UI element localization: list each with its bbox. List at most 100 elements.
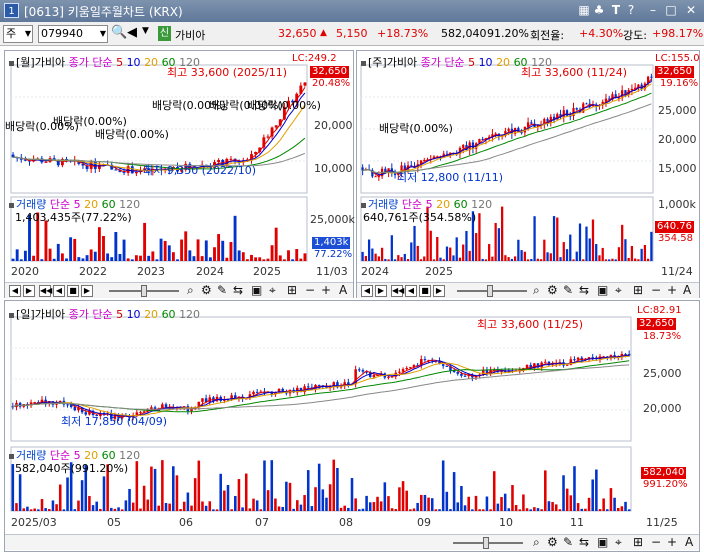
volume-bar bbox=[507, 508, 511, 511]
magnify-icon[interactable]: ⌕ bbox=[187, 283, 194, 298]
volume-bar bbox=[598, 509, 602, 511]
settings-icon[interactable]: ⚙ bbox=[547, 535, 558, 549]
scroll-right-icon[interactable]: ▶ bbox=[23, 285, 35, 297]
zoom-minus-button[interactable]: − bbox=[651, 283, 661, 297]
zoom-plus-button[interactable]: + bbox=[667, 283, 677, 297]
market-select[interactable]: 주 ▼ bbox=[3, 25, 33, 43]
scroll-right-icon[interactable]: ▶ bbox=[375, 285, 387, 297]
crosshair-icon[interactable]: ⌖ bbox=[269, 283, 276, 298]
legend-ma20: 20 bbox=[144, 56, 159, 69]
candle-body bbox=[576, 357, 580, 360]
play-icon[interactable]: ▶ bbox=[433, 285, 445, 297]
speaker-dropdown-icon[interactable]: ▼ bbox=[142, 26, 149, 36]
zoom-slider-handle[interactable] bbox=[141, 285, 147, 297]
play-icon[interactable]: ▶ bbox=[81, 285, 93, 297]
volume-bar bbox=[186, 492, 190, 511]
layout-icon[interactable]: ▣ bbox=[597, 535, 608, 549]
layout-icon[interactable]: ▣ bbox=[251, 283, 262, 297]
volume-bar bbox=[65, 258, 68, 261]
price-change-pct: +18.73% bbox=[377, 27, 429, 40]
volume-bar bbox=[288, 482, 292, 511]
settings-icon[interactable]: ⚙ bbox=[547, 283, 558, 297]
scroll-left-icon[interactable]: ◀ bbox=[361, 285, 373, 297]
volume-bar bbox=[245, 259, 249, 261]
minimize-icon[interactable]: – bbox=[646, 3, 660, 17]
close-icon[interactable]: ✕ bbox=[684, 3, 698, 17]
volume-bar bbox=[496, 503, 500, 511]
zoom-in-icon[interactable]: ⊞ bbox=[287, 283, 297, 297]
volume-bar bbox=[598, 255, 601, 261]
volume-bar bbox=[167, 245, 171, 261]
candle-body bbox=[358, 369, 361, 371]
chevron-down-icon: ▼ bbox=[24, 29, 31, 38]
crosshair-icon[interactable]: ⌖ bbox=[615, 535, 622, 550]
volume-bar bbox=[52, 258, 56, 261]
volume-bar bbox=[117, 507, 120, 511]
zoom-minus-button[interactable]: − bbox=[305, 283, 315, 297]
x-label: 05 bbox=[107, 516, 121, 529]
zoom-plus-button[interactable]: + bbox=[321, 283, 331, 297]
legend-title: [주]가비아 bbox=[368, 56, 418, 69]
volume-bar bbox=[97, 227, 101, 261]
volume-bar bbox=[69, 237, 73, 261]
compare-icon[interactable]: ⇆ bbox=[233, 283, 243, 297]
auto-button[interactable]: A bbox=[685, 535, 693, 549]
zoom-plus-button[interactable]: + bbox=[667, 535, 677, 549]
stop-icon[interactable]: ■ bbox=[419, 285, 431, 297]
speaker-icon[interactable]: ◀ bbox=[127, 25, 137, 40]
layout-icon[interactable]: ▣ bbox=[597, 283, 608, 297]
volume-bar bbox=[89, 249, 93, 261]
volume-bar bbox=[250, 254, 253, 261]
help-icon[interactable]: ? bbox=[624, 3, 638, 17]
volume-bar bbox=[452, 472, 456, 511]
zoom-in-icon[interactable]: ⊞ bbox=[633, 283, 643, 297]
prev-icon[interactable]: ◀ bbox=[405, 285, 417, 297]
tools-icon[interactable]: ✎ bbox=[563, 535, 573, 549]
vol-tick: 25,000k bbox=[310, 213, 355, 226]
daily-chart-panel: [일]가비아 종가 단순 5 10 20 60 120 LC:82.91 최고 … bbox=[4, 300, 700, 552]
search-icon[interactable]: 🔍 bbox=[111, 25, 127, 40]
candle-body bbox=[266, 136, 270, 138]
candle-body bbox=[463, 375, 467, 377]
prev-icon[interactable]: ◀ bbox=[53, 285, 65, 297]
volume-bar bbox=[73, 509, 77, 511]
volume-bar bbox=[146, 499, 150, 511]
compare-icon[interactable]: ⇆ bbox=[579, 535, 589, 549]
volume-bar bbox=[343, 505, 346, 511]
volume-bar bbox=[445, 491, 449, 511]
volume-bar bbox=[403, 253, 406, 261]
crosshair-icon[interactable]: ⌖ bbox=[615, 283, 622, 298]
grid-icon[interactable]: ▦ bbox=[577, 3, 591, 17]
volume-bar bbox=[317, 463, 321, 511]
scroll-left-icon[interactable]: ◀ bbox=[9, 285, 21, 297]
text-icon[interactable]: T bbox=[609, 3, 623, 17]
compare-icon[interactable]: ⇆ bbox=[579, 283, 589, 297]
link-icon[interactable]: ♣ bbox=[592, 3, 606, 17]
magnify-icon[interactable]: ⌕ bbox=[533, 283, 540, 298]
zoom-minus-button[interactable]: − bbox=[651, 535, 661, 549]
stop-icon[interactable]: ■ bbox=[67, 285, 79, 297]
candle-body bbox=[544, 361, 547, 363]
first-icon[interactable]: ◀◀ bbox=[39, 285, 52, 297]
volume-bar bbox=[217, 234, 221, 261]
auto-button[interactable]: A bbox=[339, 283, 347, 297]
maximize-icon[interactable]: □ bbox=[664, 3, 678, 17]
auto-button[interactable]: A bbox=[683, 283, 691, 297]
pane-marker-icon bbox=[9, 453, 14, 459]
zoom-slider-handle[interactable] bbox=[487, 285, 493, 297]
candle-body bbox=[471, 142, 475, 149]
volume-bar bbox=[99, 508, 102, 511]
tools-icon[interactable]: ✎ bbox=[217, 283, 227, 297]
volume-bar bbox=[299, 504, 303, 511]
zoom-slider-handle[interactable] bbox=[483, 537, 489, 549]
volume-bar bbox=[492, 471, 496, 511]
tools-icon[interactable]: ✎ bbox=[563, 283, 573, 297]
first-icon[interactable]: ◀◀ bbox=[391, 285, 404, 297]
zoom-in-icon[interactable]: ⊞ bbox=[633, 535, 643, 549]
settings-icon[interactable]: ⚙ bbox=[201, 283, 212, 297]
magnify-icon[interactable]: ⌕ bbox=[533, 535, 540, 550]
volume-bar bbox=[40, 499, 44, 511]
volume-bar bbox=[368, 502, 372, 511]
code-input[interactable]: 079940 ▼ bbox=[38, 25, 108, 43]
volume-bar bbox=[591, 219, 595, 261]
